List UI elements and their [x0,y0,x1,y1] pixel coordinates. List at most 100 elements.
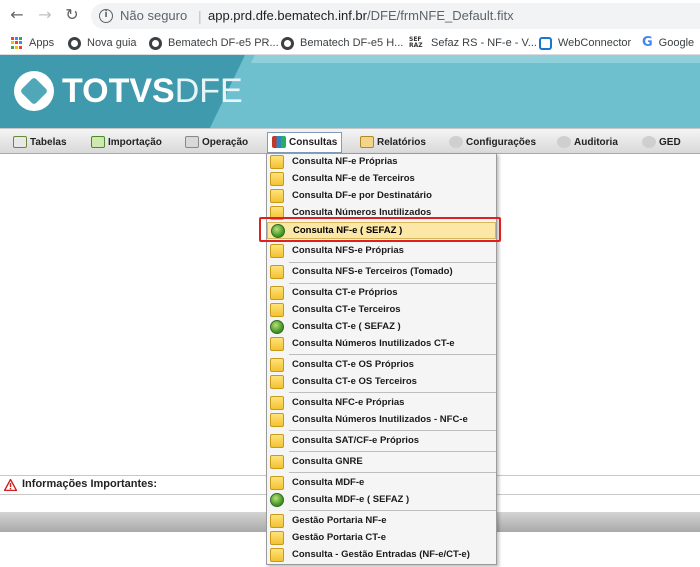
menu-operacao[interactable]: Operação [185,134,248,151]
menu-item-label: Consulta CT-e OS Próprios [292,359,414,370]
bookmark-sefaz-rs[interactable]: SEF RAZ Sefaz RS - NF-e - V... [409,34,537,52]
folder-icon [270,358,284,372]
bookmark-bematech-h[interactable]: Bematech DF-e5 H... [281,34,403,52]
back-button[interactable]: ← [8,6,26,24]
folder-icon [270,375,284,389]
bookmarks-bar: Apps Nova guia Bematech DF-e5 PR... Bema… [0,31,700,55]
globe-icon [270,320,284,334]
info-icon[interactable]: i [99,9,113,23]
menu-item-mdfe-sefaz[interactable]: Consulta MDF-e ( SEFAZ ) [267,492,496,509]
bookmark-nova-guia[interactable]: Nova guia [68,34,137,52]
brand-product: DFE [174,72,243,110]
operation-icon [185,136,199,149]
folder-icon [270,396,284,410]
browser-toolbar: ← → ↻ i Não seguro | app.prd.dfe.bematec… [0,0,700,31]
menu-item-portaria-cte[interactable]: Gestão Portaria CT-e [267,530,496,547]
brand-name: TOTVS [62,72,175,110]
bookmark-label: WebConnector [558,37,632,49]
menu-item-nfe-terceiros[interactable]: Consulta NF-e de Terceiros [267,171,496,188]
menu-separator [289,510,496,511]
menu-item-nfce-proprias[interactable]: Consulta NFC-e Próprias [267,395,496,412]
menu-item-label: Consulta CT-e Próprios [292,287,398,298]
folder-icon [270,514,284,528]
menu-label: Relatórios [377,137,426,148]
menu-item-cte-sefaz[interactable]: Consulta CT-e ( SEFAZ ) [267,319,496,336]
menu-item-numeros-inutilizados-cte[interactable]: Consulta Números Inutilizados CT-e [267,336,496,353]
menu-separator [289,392,496,393]
folder-icon [270,286,284,300]
menu-item-dfe-destinatario[interactable]: Consulta DF-e por Destinatário [267,188,496,205]
report-icon [360,136,374,149]
menu-label: Consultas [289,137,338,148]
security-status: Não seguro [120,8,188,23]
bookmark-webconnector[interactable]: WebConnector [539,34,631,52]
folder-icon [270,413,284,427]
menu-item-cte-os-proprios[interactable]: Consulta CT-e OS Próprios [267,357,496,374]
menu-item-gestao-entradas[interactable]: Consulta - Gestão Entradas (NF-e/CT-e) [267,547,496,564]
menu-item-label: Consulta GNRE [292,456,363,467]
gear-icon [449,136,463,149]
menu-separator [289,283,496,284]
warning-icon [4,479,17,491]
menu-item-label: Consulta SAT/CF-e Próprios [292,435,420,446]
menu-item-mdfe[interactable]: Consulta MDF-e [267,475,496,492]
menu-importacao[interactable]: Importação [91,134,162,151]
menu-label: Operação [202,137,249,148]
menu-item-cte-proprios[interactable]: Consulta CT-e Próprios [267,285,496,302]
url-text[interactable]: app.prd.dfe.bematech.inf.br/DFE/frmNFE_D… [208,8,514,23]
folder-icon [270,189,284,203]
webconnector-icon [539,36,552,50]
main-menu: Tabelas Importação Operação Consultas Re… [0,128,700,154]
menu-item-label: Consulta CT-e Terceiros [292,304,401,315]
menu-consultas[interactable]: Consultas [267,132,343,153]
bookmark-bematech-pr[interactable]: Bematech DF-e5 PR... [149,34,279,52]
folder-icon [270,531,284,545]
bookmark-apps[interactable]: Apps [11,34,54,52]
folder-icon [270,476,284,490]
url-host: app.prd.dfe.bematech.inf.br [208,8,367,23]
sefaz-icon: SEF RAZ [409,36,423,50]
bookmark-label: Google [658,37,695,49]
menu-item-sat-cfe[interactable]: Consulta SAT/CF-e Próprios [267,433,496,450]
menu-item-label: Consulta MDF-e ( SEFAZ ) [292,494,410,505]
menu-item-cte-terceiros[interactable]: Consulta CT-e Terceiros [267,302,496,319]
menu-auditoria[interactable]: Auditoria [557,134,618,151]
menu-separator [289,430,496,431]
menu-item-portaria-nfe[interactable]: Gestão Portaria NF-e [267,513,496,530]
menu-item-label: Consulta NFS-e Próprias [292,245,404,256]
menu-item-label: Consulta CT-e ( SEFAZ ) [292,321,401,332]
globe-icon [149,36,162,50]
menu-separator [289,354,496,355]
menu-item-label: Consulta - Gestão Entradas (NF-e/CT-e) [292,549,470,560]
consultas-dropdown: Consulta NF-e Próprias Consulta NF-e de … [266,153,497,565]
menu-ged[interactable]: GED [642,134,681,151]
address-bar[interactable]: i Não seguro | app.prd.dfe.bematech.inf.… [91,3,700,29]
folder-icon [270,155,284,169]
menu-item-label: Consulta NFC-e Próprias [292,397,405,408]
table-icon [13,136,27,149]
menu-item-cte-os-terceiros[interactable]: Consulta CT-e OS Terceiros [267,374,496,391]
bookmark-label: Sefaz RS - NF-e - V... [431,37,537,49]
menu-tabelas[interactable]: Tabelas [13,134,67,151]
menu-relatorios[interactable]: Relatórios [360,134,426,151]
folder-icon [270,548,284,562]
menu-label: Auditoria [574,137,618,148]
menu-item-nfse-proprias[interactable]: Consulta NFS-e Próprias [267,243,496,260]
menu-configuracoes[interactable]: Configurações [449,134,536,151]
google-icon: G [642,35,653,51]
highlight-annotation [259,217,501,242]
menu-item-numeros-inutilizados-nfce[interactable]: Consulta Números Inutilizados - NFC-e [267,412,496,429]
menu-item-nfe-proprias[interactable]: Consulta NF-e Próprias [267,154,496,171]
important-info-label: Informações Importantes: [22,478,158,490]
bookmark-google[interactable]: G Google [642,34,694,52]
menu-item-nfse-terceiros[interactable]: Consulta NFS-e Terceiros (Tomado) [267,264,496,281]
menu-item-label: Consulta NFS-e Terceiros (Tomado) [292,266,453,277]
url-separator: | [198,8,202,24]
menu-item-gnre[interactable]: Consulta GNRE [267,454,496,471]
menu-item-label: Consulta CT-e OS Terceiros [292,376,417,387]
menu-separator [289,262,496,263]
reload-button[interactable]: ↻ [63,6,81,24]
bookmark-label: Nova guia [87,37,137,49]
forward-button[interactable]: → [36,6,54,24]
menu-item-label: Consulta Números Inutilizados CT-e [292,338,455,349]
